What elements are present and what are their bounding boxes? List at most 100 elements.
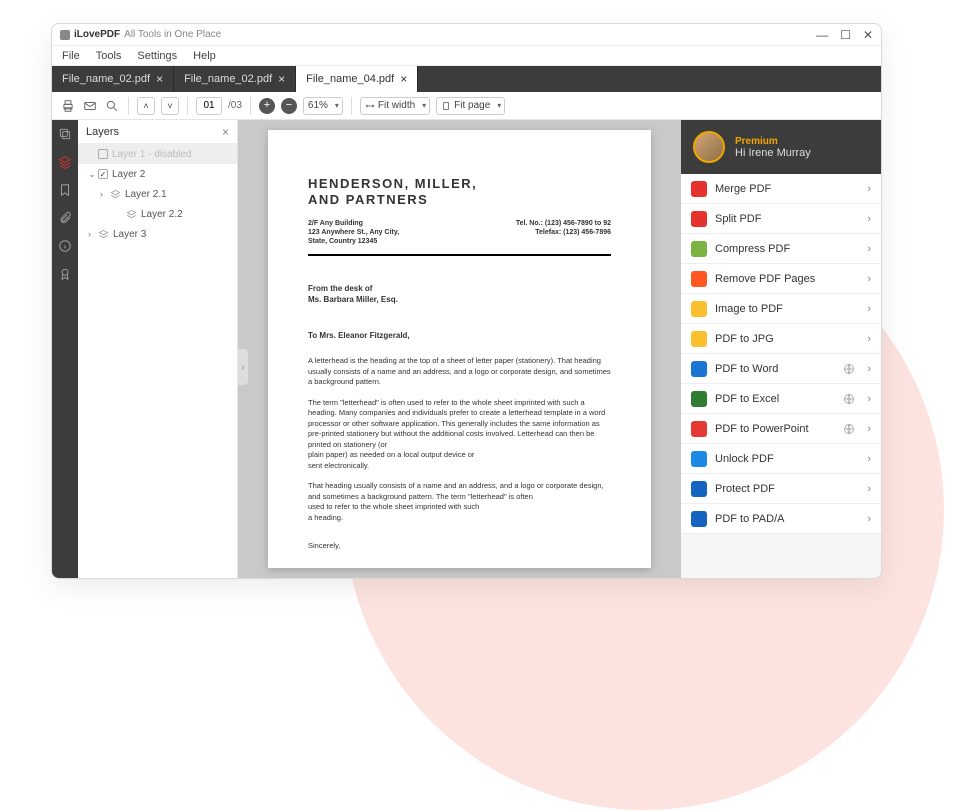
layer-stack-icon [110, 189, 121, 200]
tab-close-icon[interactable]: × [278, 72, 285, 86]
chevron-right-icon: › [867, 423, 871, 435]
info-icon[interactable] [57, 238, 73, 254]
doc-signoff: Sincerely, [308, 541, 611, 550]
doc-heading: HENDERSON, MILLER, AND PARTNERS [308, 176, 611, 207]
tool-label: Remove PDF Pages [715, 273, 859, 285]
tool-label: Protect PDF [715, 483, 859, 495]
sidebar-rail [52, 120, 78, 578]
tool-item[interactable]: PDF to PAD/A› [681, 504, 881, 534]
layer-stack-icon [98, 229, 109, 240]
layer-toggle-icon[interactable]: › [100, 189, 110, 199]
tool-label: PDF to Word [715, 363, 835, 375]
tab[interactable]: File_name_04.pdf× [296, 66, 418, 92]
layer-row[interactable]: Layer 1 - disabled [78, 144, 237, 164]
tool-label: Split PDF [715, 213, 859, 225]
tool-label: Unlock PDF [715, 453, 859, 465]
page-up-button[interactable]: ˄ [137, 97, 155, 115]
chevron-right-icon: › [867, 273, 871, 285]
tool-icon [691, 391, 707, 407]
menu-settings[interactable]: Settings [137, 50, 177, 62]
search-icon[interactable] [104, 98, 120, 114]
attachment-icon[interactable] [57, 210, 73, 226]
tab[interactable]: File_name_02.pdf× [52, 66, 174, 92]
close-button[interactable]: ✕ [863, 28, 873, 42]
titlebar: iLovePDF All Tools in One Place — ☐ ✕ [52, 24, 881, 46]
menu-file[interactable]: File [62, 50, 80, 62]
tool-icon [691, 331, 707, 347]
layer-name: Layer 2 [112, 169, 145, 180]
layers-panel: Layers × Layer 1 - disabled⌄✓Layer 2›Lay… [78, 120, 238, 578]
tool-item[interactable]: PDF to Excel› [681, 384, 881, 414]
layer-toggle-icon[interactable]: › [88, 229, 98, 239]
menubar: File Tools Settings Help [52, 46, 881, 66]
tool-label: PDF to PowerPoint [715, 423, 835, 435]
tab-label: File_name_02.pdf [184, 73, 272, 85]
tool-icon [691, 211, 707, 227]
page-total: /03 [228, 100, 242, 111]
doc-from-desk: From the desk of Ms. Barbara Miller, Esq… [308, 284, 611, 305]
doc-salutation: To Mrs. Eleanor Fitzgerald, [308, 331, 611, 340]
chevron-right-icon: › [867, 363, 871, 375]
layer-name: Layer 2.2 [141, 209, 183, 220]
right-panel: Premium Hi Irene Murray Merge PDF›Split … [681, 120, 881, 578]
tool-icon [691, 181, 707, 197]
layer-row[interactable]: ⌄✓ Layer 2 [78, 164, 237, 184]
layers-icon[interactable] [57, 154, 73, 170]
tool-icon [691, 481, 707, 497]
tool-item[interactable]: Image to PDF› [681, 294, 881, 324]
page-down-button[interactable]: ˅ [161, 97, 179, 115]
bookmark-icon[interactable] [57, 182, 73, 198]
globe-icon [843, 363, 855, 375]
app-window: iLovePDF All Tools in One Place — ☐ ✕ Fi… [51, 23, 882, 579]
tool-item[interactable]: Protect PDF› [681, 474, 881, 504]
document-viewport[interactable]: › HENDERSON, MILLER, AND PARTNERS 2/F An… [238, 120, 681, 578]
tabs-row: File_name_02.pdf×File_name_02.pdf×File_n… [52, 66, 881, 92]
layer-name: Layer 3 [113, 229, 146, 240]
menu-tools[interactable]: Tools [96, 50, 122, 62]
fit-width-button[interactable]: Fit width [360, 97, 430, 115]
tool-item[interactable]: Remove PDF Pages › [681, 264, 881, 294]
zoom-in-button[interactable]: + [259, 98, 275, 114]
tab-close-icon[interactable]: × [400, 72, 407, 86]
zoom-out-button[interactable]: − [281, 98, 297, 114]
layer-checkbox[interactable] [98, 149, 108, 159]
tool-item[interactable]: Merge PDF› [681, 174, 881, 204]
layer-row[interactable]: ›Layer 2.1 [78, 184, 237, 204]
tool-item[interactable]: Split PDF› [681, 204, 881, 234]
premium-label: Premium [735, 136, 811, 147]
tool-item[interactable]: PDF to JPG› [681, 324, 881, 354]
layer-checkbox[interactable]: ✓ [98, 169, 108, 179]
chevron-right-icon: › [867, 333, 871, 345]
tool-item[interactable]: Unlock PDF› [681, 444, 881, 474]
chevron-right-icon: › [867, 303, 871, 315]
tab-close-icon[interactable]: × [156, 72, 163, 86]
doc-address: 2/F Any Building 123 Anywhere St., Any C… [308, 219, 399, 246]
avatar[interactable] [693, 131, 725, 163]
expand-handle[interactable]: › [238, 349, 248, 385]
mail-icon[interactable] [82, 98, 98, 114]
tool-item[interactable]: Compress PDF › [681, 234, 881, 264]
panel-close-icon[interactable]: × [222, 125, 229, 139]
layer-row[interactable]: Layer 2.2 [78, 204, 237, 224]
tab[interactable]: File_name_02.pdf × [174, 66, 296, 92]
tool-item[interactable]: PDF to Word › [681, 354, 881, 384]
document-page: HENDERSON, MILLER, AND PARTNERS 2/F Any … [268, 130, 651, 568]
layer-row[interactable]: › Layer 3 [78, 224, 237, 244]
maximize-button[interactable]: ☐ [840, 28, 851, 42]
badge-icon[interactable] [57, 266, 73, 282]
tool-item[interactable]: PDF to PowerPoint › [681, 414, 881, 444]
print-icon[interactable] [60, 98, 76, 114]
zoom-select[interactable]: 61% [303, 97, 343, 115]
layer-toggle-icon[interactable]: ⌄ [88, 169, 98, 180]
tool-icon [691, 241, 707, 257]
chevron-right-icon: › [867, 243, 871, 255]
minimize-button[interactable]: — [816, 28, 828, 42]
page-input[interactable] [196, 97, 222, 115]
layers-title: Layers [86, 126, 119, 138]
copy-icon[interactable] [57, 126, 73, 142]
tool-icon [691, 301, 707, 317]
fit-page-button[interactable]: Fit page [436, 97, 505, 115]
tool-label: PDF to PAD/A [715, 513, 859, 525]
menu-help[interactable]: Help [193, 50, 216, 62]
tool-label: Compress PDF [715, 243, 859, 255]
